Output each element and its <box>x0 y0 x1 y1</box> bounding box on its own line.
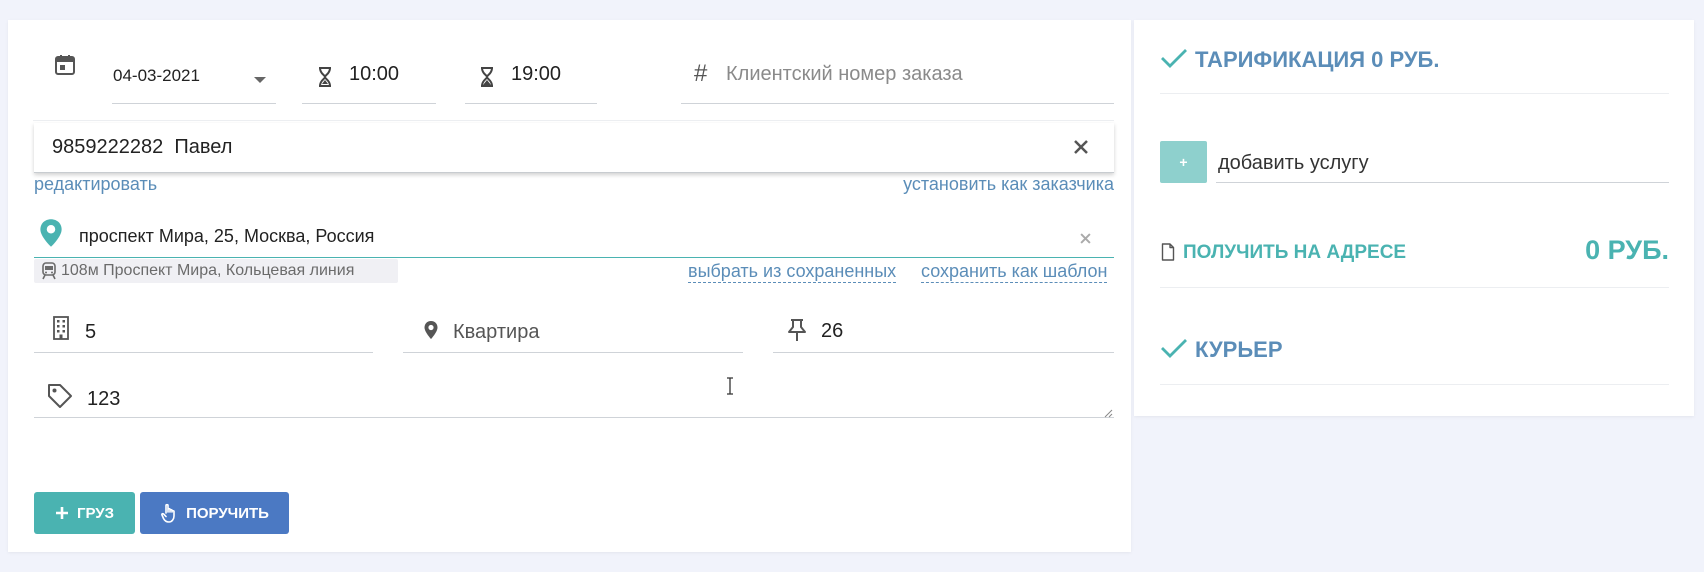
add-cargo-button[interactable]: ГРУЗ <box>34 492 135 534</box>
add-service-plus-button[interactable]: + <box>1160 141 1207 183</box>
location-pin-icon <box>424 321 438 339</box>
edit-contact-link[interactable]: редактировать <box>34 174 157 195</box>
chevron-down-icon[interactable] <box>253 76 267 84</box>
set-as-customer-link[interactable]: установить как заказчика <box>903 174 1114 195</box>
courier-title: КУРЬЕР <box>1195 337 1283 362</box>
client-order-number-input[interactable]: Клиентский номер заказа <box>726 63 963 86</box>
time-to-value: 19:00 <box>511 63 562 85</box>
save-template-link[interactable]: сохранить как шаблон <box>921 261 1108 283</box>
divider <box>33 120 1114 121</box>
apartment-input[interactable]: Квартира <box>453 321 539 344</box>
text-cursor-icon <box>727 377 733 395</box>
clear-address-icon[interactable] <box>1080 233 1091 244</box>
add-service-plus-label: + <box>1179 154 1188 170</box>
assign-button[interactable]: ПОРУЧИТЬ <box>140 492 289 534</box>
resize-handle-icon[interactable] <box>1103 408 1113 418</box>
check-icon <box>1161 49 1187 68</box>
address-value: проспект Мира, 25, Москва, Россия <box>79 226 375 246</box>
hourglass-icon <box>319 67 331 87</box>
choose-saved-link[interactable]: выбрать из сохраненных <box>688 261 897 283</box>
add-cargo-label: ГРУЗ <box>76 504 115 522</box>
check-icon <box>1161 339 1187 358</box>
close-icon[interactable] <box>1073 139 1089 155</box>
divider <box>1160 93 1669 94</box>
sidebar-panel: ТАРИФИКАЦИЯ 0 РУБ. + добавить услугу ПОЛ… <box>1134 20 1694 416</box>
time-from-value: 10:00 <box>349 63 400 85</box>
contact-value: 9859222282 Павел <box>52 136 233 158</box>
hourglass-end-icon <box>481 67 493 87</box>
assign-label: ПОРУЧИТЬ <box>186 504 269 522</box>
floor-value: 26 <box>821 320 844 342</box>
receive-at-address-amount: 0 РУБ. <box>1585 235 1669 265</box>
date-value: 04-03-2021 <box>113 66 200 85</box>
calendar-icon <box>55 55 75 75</box>
map-marker-icon <box>40 219 62 247</box>
tarification-title: ТАРИФИКАЦИЯ 0 РУБ. <box>1195 47 1440 72</box>
building-icon <box>53 316 69 340</box>
hand-pointer-icon <box>161 503 175 523</box>
plus-icon <box>55 507 68 519</box>
train-icon <box>42 262 56 280</box>
divider <box>1160 384 1669 385</box>
hash-icon: # <box>694 60 708 87</box>
pin-icon <box>788 319 806 341</box>
divider <box>1160 287 1669 288</box>
building-value: 5 <box>85 321 97 343</box>
receive-at-address-title: ПОЛУЧИТЬ НА АДРЕСЕ <box>1183 242 1407 263</box>
comment-value: 123 <box>87 388 121 410</box>
add-service-input[interactable]: добавить услугу <box>1218 152 1369 175</box>
tag-icon <box>48 384 72 408</box>
metro-text: 108м Проспект Мира, Кольцевая линия <box>61 262 355 279</box>
file-icon <box>1161 243 1175 261</box>
order-form-panel: 04-03-2021 10:00 19:00 # Клиентский номе… <box>8 20 1131 552</box>
